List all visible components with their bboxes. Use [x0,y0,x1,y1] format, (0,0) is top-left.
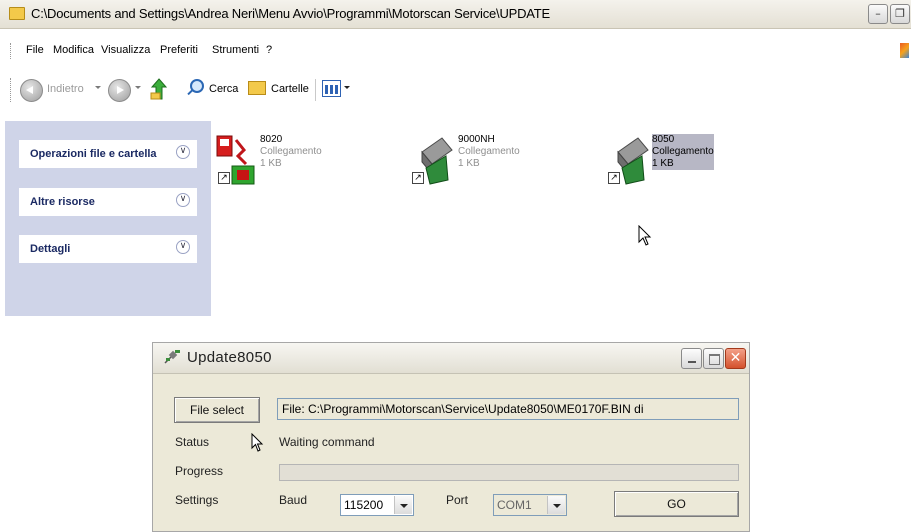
back-button-label[interactable]: Indietro [47,83,84,95]
explorer-title-bar[interactable]: C:\Documents and Settings\Andrea Neri\Me… [0,0,911,29]
menu-visualizza[interactable]: Visualizza [101,44,150,56]
minimize-button[interactable]: – [868,4,888,24]
views-icon[interactable] [322,80,341,97]
baud-select-value: 115200 [344,498,384,512]
port-select-value: COM1 [497,498,532,512]
chevron-down-icon[interactable] [394,496,412,514]
menu-file[interactable]: File [26,44,44,56]
file-name: 8020 [260,134,283,145]
go-button[interactable]: GO [614,491,739,517]
menu-bar: File Modifica Visualizza Preferiti Strum… [0,40,911,62]
views-dropdown-icon[interactable] [344,86,350,89]
file-name: 8050 [652,134,675,145]
settings-label: Settings [175,493,219,507]
file-select-button[interactable]: File select [174,397,260,423]
taskpane-group-label: Altre risorse [30,196,95,208]
port-label: Port [446,493,469,507]
status-label: Status [175,435,210,449]
file-item-text: 9000NH Collegamento 1 KB [458,134,522,170]
file-type: Collegamento [652,146,714,157]
file-size: 1 KB [652,158,674,169]
toolbar: Indietro Cerca Cartelle [0,70,911,110]
menu-strumenti[interactable]: Strumenti [212,44,259,56]
shortcut-arrow-icon: ↗ [608,172,620,184]
dialog-close-button[interactable]: ✕ [725,348,746,369]
toolbar-separator [315,79,316,101]
taskpane-group-file-operations[interactable]: Operazioni file e cartella ∨ [19,140,197,168]
chevron-down-icon[interactable]: ∨ [176,193,190,207]
chevron-down-icon[interactable]: ∨ [176,145,190,159]
search-icon[interactable] [190,79,204,93]
maximize-button[interactable]: ❐ [890,4,910,24]
progress-bar [279,464,739,481]
update-dialog: Update8050 ✕ File select File: C:\Progra… [152,342,750,532]
taskpane-group-other-resources[interactable]: Altre risorse ∨ [19,188,197,216]
menu-grip [10,43,13,59]
mouse-cursor-icon [638,225,652,246]
back-dropdown-icon[interactable] [95,86,101,89]
windows-logo-icon [900,43,909,58]
task-pane: Operazioni file e cartella ∨ Altre risor… [5,121,211,316]
chevron-down-icon[interactable] [547,496,565,514]
back-arrow-icon[interactable] [20,79,43,102]
explorer-title: C:\Documents and Settings\Andrea Neri\Me… [31,6,551,21]
folders-button-label[interactable]: Cartelle [271,83,309,95]
port-select[interactable]: COM1 [493,494,567,516]
forward-arrow-icon[interactable] [108,79,131,102]
menu-preferiti[interactable]: Preferiti [160,44,198,56]
satellite-icon [164,350,180,364]
toolbar-grip [10,78,13,102]
dialog-minimize-button[interactable] [681,348,702,369]
forward-dropdown-icon[interactable] [135,86,141,89]
dialog-title: Update8050 [187,349,272,366]
file-size: 1 KB [458,158,480,169]
file-item-text: 8020 Collegamento 1 KB [260,134,322,170]
taskpane-group-label: Operazioni file e cartella [30,148,157,160]
file-item-text: 8050 Collegamento 1 KB [652,134,714,170]
mouse-cursor-icon [251,433,264,452]
file-item-8050[interactable]: ↗ 8050 Collegamento 1 KB [608,134,748,194]
file-item-8020[interactable]: ↗ 8020 Collegamento 1 KB [216,134,356,194]
file-size: 1 KB [260,158,282,169]
file-type: Collegamento [458,146,520,157]
baud-label: Baud [279,493,308,507]
file-item-9000nh[interactable]: ↗ 9000NH Collegamento 1 KB [412,134,552,194]
dialog-title-bar[interactable]: Update8050 ✕ [153,343,749,374]
status-value: Waiting command [279,435,375,449]
taskpane-group-details[interactable]: Dettagli ∨ [19,235,197,263]
folders-icon[interactable] [248,81,266,95]
file-type: Collegamento [260,146,322,157]
menu-modifica[interactable]: Modifica [53,44,94,56]
menu-help[interactable]: ? [266,44,272,56]
shortcut-arrow-icon: ↗ [218,172,230,184]
up-folder-icon[interactable] [150,78,168,100]
shortcut-arrow-icon: ↗ [412,172,424,184]
folder-icon [9,7,25,20]
file-path-field[interactable]: File: C:\Programmi\Motorscan\Service\Upd… [277,398,739,420]
baud-select[interactable]: 115200 [340,494,414,516]
dialog-maximize-button[interactable] [703,348,724,369]
search-button-label[interactable]: Cerca [209,83,238,95]
progress-label: Progress [175,464,224,478]
file-name: 9000NH [458,134,495,145]
chevron-down-icon[interactable]: ∨ [176,240,190,254]
explorer-window: C:\Documents and Settings\Andrea Neri\Me… [0,0,911,322]
taskpane-group-label: Dettagli [30,243,71,255]
